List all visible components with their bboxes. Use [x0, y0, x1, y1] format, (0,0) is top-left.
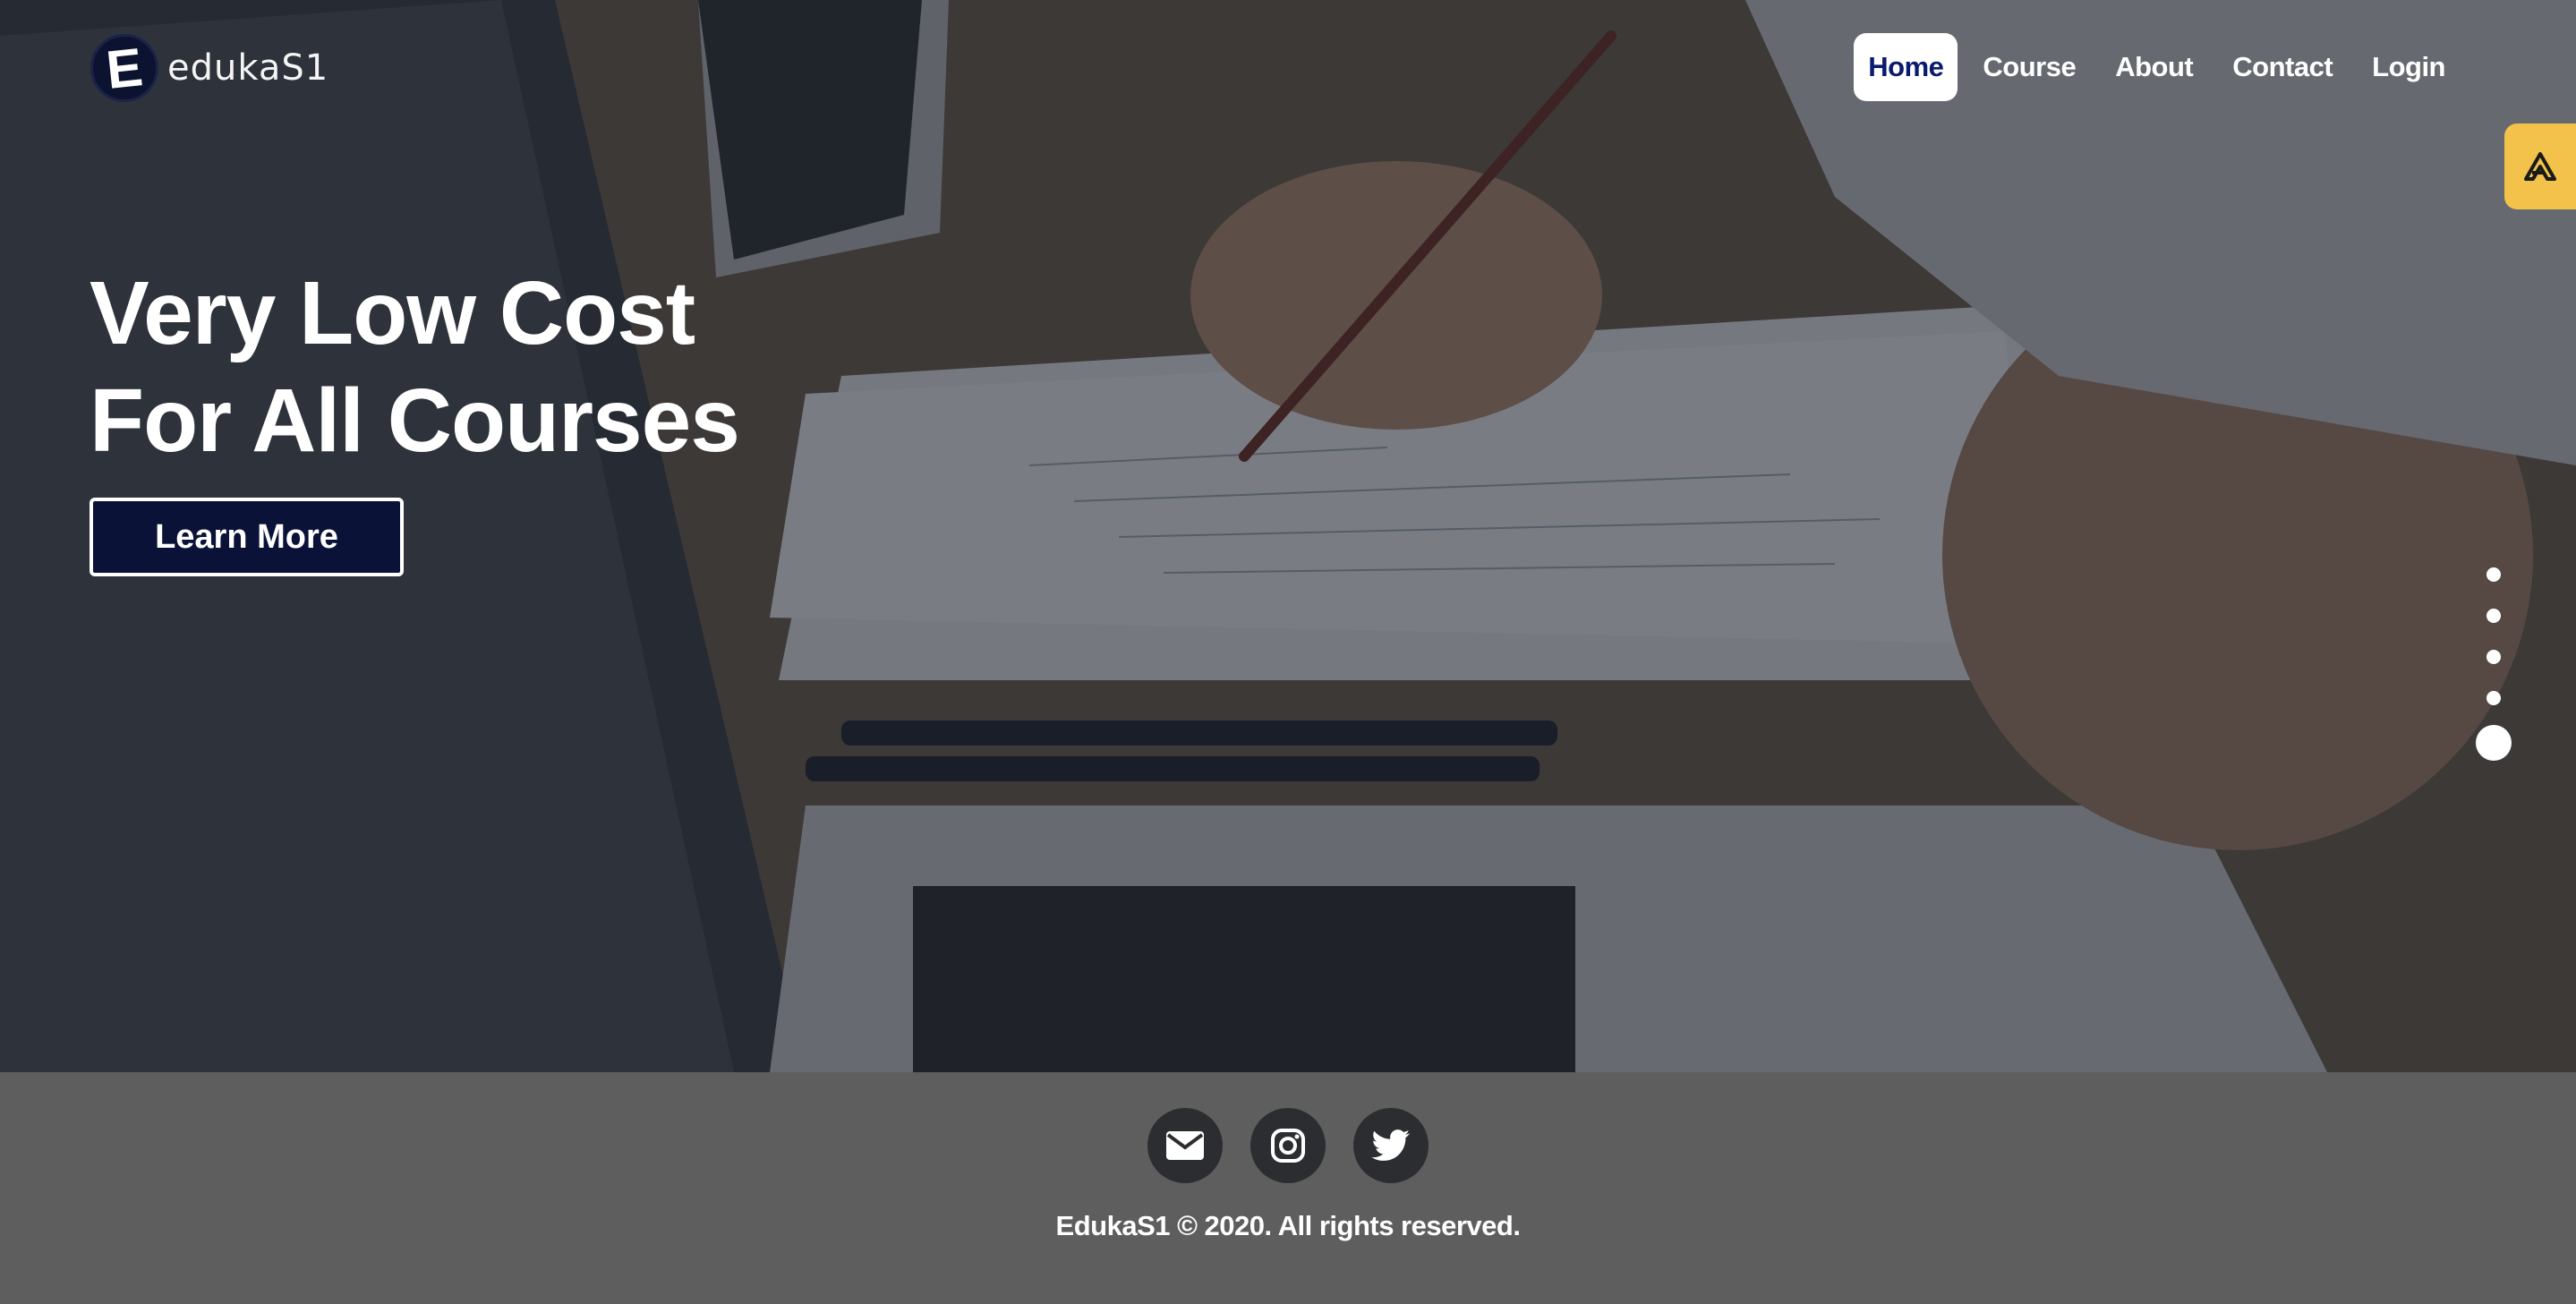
- hero-headline-line-2: For All Courses: [90, 371, 740, 471]
- brand[interactable]: E edukaS1: [87, 30, 329, 106]
- twitter-link[interactable]: [1353, 1108, 1429, 1183]
- accessibility-icon: [2524, 152, 2556, 181]
- nav-item-contact[interactable]: Contact: [2218, 33, 2347, 101]
- brand-logo: E: [87, 30, 162, 106]
- brand-name: edukaS1: [167, 47, 329, 89]
- nav-item-about[interactable]: About: [2101, 33, 2207, 101]
- instagram-link[interactable]: [1250, 1108, 1326, 1183]
- footer: EdukaS1 © 2020. All rights reserved.: [0, 1072, 2576, 1304]
- slider-dot-2[interactable]: [2486, 609, 2501, 623]
- slider-dot-4[interactable]: [2486, 691, 2501, 705]
- email-link[interactable]: [1147, 1108, 1223, 1183]
- slider-dot-3[interactable]: [2486, 650, 2501, 664]
- nav-item-login[interactable]: Login: [2358, 33, 2460, 101]
- instagram-icon: [1271, 1129, 1305, 1163]
- hero-headline: Very Low Cost For All Courses: [90, 260, 740, 474]
- hero-headline-line-1: Very Low Cost: [90, 263, 695, 363]
- nav-item-home[interactable]: Home: [1854, 33, 1958, 101]
- slider-dot-5-active[interactable]: [2476, 725, 2512, 761]
- slider-dot-1[interactable]: [2486, 567, 2501, 582]
- nav-item-course[interactable]: Course: [1968, 33, 2090, 101]
- twitter-icon: [1371, 1129, 1410, 1161]
- hero-section: E edukaS1 Home Course About Contact Logi…: [0, 0, 2576, 1072]
- envelope-icon: [1166, 1131, 1204, 1160]
- main-nav: Home Course About Contact Login: [1854, 33, 2460, 101]
- learn-more-button[interactable]: Learn More: [90, 498, 404, 576]
- accessibility-tab[interactable]: [2504, 124, 2576, 209]
- social-links: [1147, 1108, 1429, 1183]
- copyright-text: EdukaS1 © 2020. All rights reserved.: [1055, 1210, 1521, 1241]
